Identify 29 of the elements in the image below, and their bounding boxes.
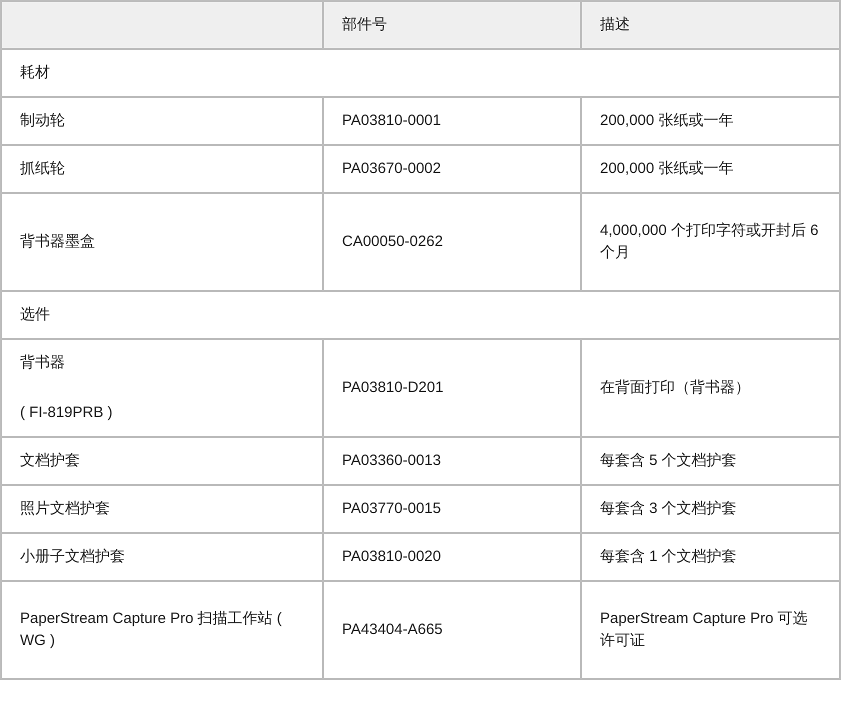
table-cell: 抓纸轮	[1, 145, 323, 193]
table-cell: 背书器墨盒	[1, 193, 323, 291]
section-cell: 选件	[1, 291, 840, 339]
table-cell-text: 背书器	[20, 353, 66, 373]
table-cell: 照片文档护套	[1, 485, 323, 533]
table-cell: 200,000 张纸或一年	[581, 97, 840, 145]
table-cell: 制动轮	[1, 97, 323, 145]
table-cell: 每套含 5 个文档护套	[581, 437, 840, 485]
column-header: 描述	[581, 1, 840, 49]
table-cell: PA03770-0015	[323, 485, 581, 533]
table-cell: PA03360-0013	[323, 437, 581, 485]
table-cell: 在背面打印（背书器）	[581, 339, 840, 437]
table-cell: 文档护套	[1, 437, 323, 485]
table-cell: 每套含 3 个文档护套	[581, 485, 840, 533]
table-cell: PaperStream Capture Pro 扫描工作站 ( WG )	[1, 581, 323, 679]
table-cell: 小册子文档护套	[1, 533, 323, 581]
table-cell: PA03810-0001	[323, 97, 581, 145]
column-header: 部件号	[323, 1, 581, 49]
table-cell: PA03670-0002	[323, 145, 581, 193]
table-cell: 每套含 1 个文档护套	[581, 533, 840, 581]
table-cell: 4,000,000 个打印字符或开封后 6 个月	[581, 193, 840, 291]
table-cell: CA00050-0262	[323, 193, 581, 291]
table-cell: PA03810-D201	[323, 339, 581, 437]
table-cell-text: ( FI-819PRB )	[20, 403, 114, 423]
section-cell: 耗材	[1, 49, 840, 97]
table-cell: PA43404-A665	[323, 581, 581, 679]
table-cell: 200,000 张纸或一年	[581, 145, 840, 193]
table-cell: PaperStream Capture Pro 可选许可证	[581, 581, 840, 679]
table-cell: PA03810-0020	[323, 533, 581, 581]
